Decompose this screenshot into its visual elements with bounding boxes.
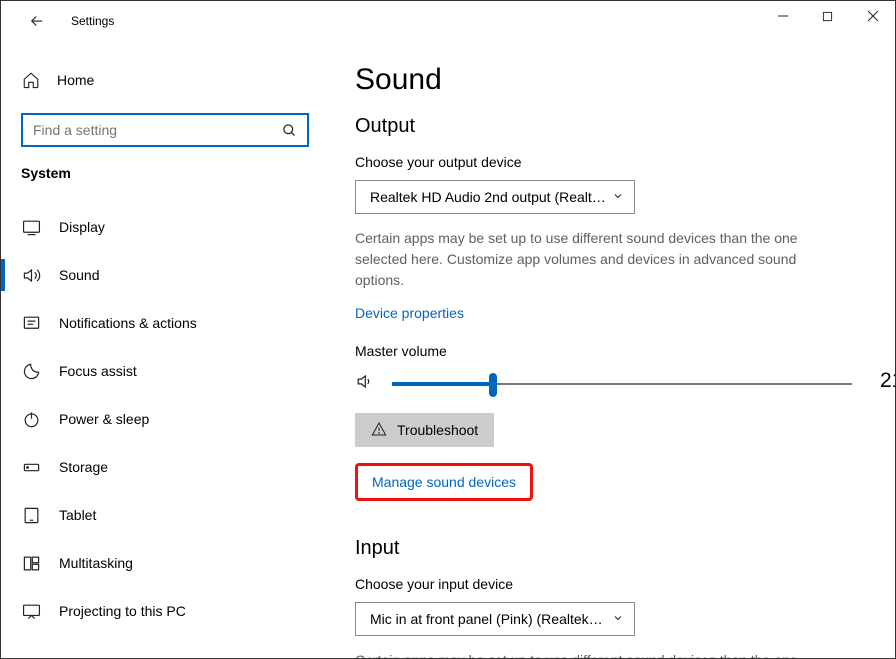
sidebar-item-label: Multitasking (59, 555, 133, 571)
volume-slider[interactable] (392, 377, 852, 385)
output-device-value: Realtek HD Audio 2nd output (Realt… (370, 189, 606, 205)
home-label: Home (57, 72, 94, 88)
projecting-icon (21, 601, 41, 621)
sidebar-item-label: Display (59, 219, 105, 235)
maximize-icon (822, 11, 833, 22)
close-button[interactable] (850, 1, 895, 31)
sidebar-item-sound[interactable]: Sound (21, 251, 309, 299)
window-controls (760, 1, 895, 31)
back-button[interactable] (21, 5, 53, 37)
volume-icon[interactable] (355, 371, 374, 391)
category-label: System (21, 165, 309, 181)
sound-icon (21, 265, 41, 285)
sidebar-item-display[interactable]: Display (21, 203, 309, 251)
output-hint: Certain apps may be set up to use differ… (355, 228, 825, 291)
notifications-icon (21, 313, 41, 333)
volume-value: 21 (880, 369, 895, 393)
troubleshoot-button[interactable]: Troubleshoot (355, 413, 494, 447)
highlight-annotation: Manage sound devices (355, 463, 533, 501)
home-icon (21, 70, 41, 90)
focus-icon (21, 361, 41, 381)
minimize-button[interactable] (760, 1, 805, 31)
sidebar-item-tablet[interactable]: Tablet (21, 491, 309, 539)
sidebar-item-multitasking[interactable]: Multitasking (21, 539, 309, 587)
close-icon (867, 10, 879, 22)
volume-row: 21 (355, 369, 869, 393)
troubleshoot-label: Troubleshoot (397, 422, 478, 438)
input-device-value: Mic in at front panel (Pink) (Realtek… (370, 611, 603, 627)
home-button[interactable]: Home (21, 61, 309, 99)
sidebar-item-label: Notifications & actions (59, 315, 197, 331)
input-device-dropdown[interactable]: Mic in at front panel (Pink) (Realtek… (355, 602, 635, 636)
chevron-down-icon (612, 189, 624, 205)
sidebar-item-label: Projecting to this PC (59, 603, 186, 619)
input-heading: Input (355, 537, 869, 560)
sidebar-item-power[interactable]: Power & sleep (21, 395, 309, 443)
power-icon (21, 409, 41, 429)
manage-sound-devices-link[interactable]: Manage sound devices (372, 474, 516, 490)
sidebar-item-notifications[interactable]: Notifications & actions (21, 299, 309, 347)
main-content: Sound Output Choose your output device R… (329, 41, 895, 658)
sidebar-item-storage[interactable]: Storage (21, 443, 309, 491)
sidebar-item-label: Sound (59, 267, 99, 283)
sidebar-item-label: Power & sleep (59, 411, 149, 427)
maximize-button[interactable] (805, 1, 850, 31)
output-device-dropdown[interactable]: Realtek HD Audio 2nd output (Realt… (355, 180, 635, 214)
input-choose-label: Choose your input device (355, 576, 869, 592)
sidebar-item-projecting[interactable]: Projecting to this PC (21, 587, 309, 635)
page-title: Sound (355, 63, 869, 97)
arrow-left-icon (28, 12, 46, 30)
search-input[interactable] (31, 121, 279, 139)
sidebar-item-label: Focus assist (59, 363, 137, 379)
display-icon (21, 217, 41, 237)
tablet-icon (21, 505, 41, 525)
window-title: Settings (71, 14, 114, 28)
sidebar-item-focus[interactable]: Focus assist (21, 347, 309, 395)
sidebar-item-label: Tablet (59, 507, 96, 523)
input-hint: Certain apps may be set up to use differ… (355, 650, 825, 658)
device-properties-link[interactable]: Device properties (355, 305, 464, 321)
minimize-icon (777, 10, 789, 22)
output-heading: Output (355, 115, 869, 138)
sidebar-item-label: Storage (59, 459, 108, 475)
search-icon (279, 120, 299, 140)
search-box[interactable] (21, 113, 309, 147)
master-volume-label: Master volume (355, 343, 869, 359)
titlebar: Settings (1, 1, 895, 41)
output-choose-label: Choose your output device (355, 154, 869, 170)
multitasking-icon (21, 553, 41, 573)
chevron-down-icon (612, 611, 624, 627)
sidebar: Home System Display Sound Notifications … (1, 41, 329, 658)
warning-icon (371, 421, 387, 440)
storage-icon (21, 457, 41, 477)
